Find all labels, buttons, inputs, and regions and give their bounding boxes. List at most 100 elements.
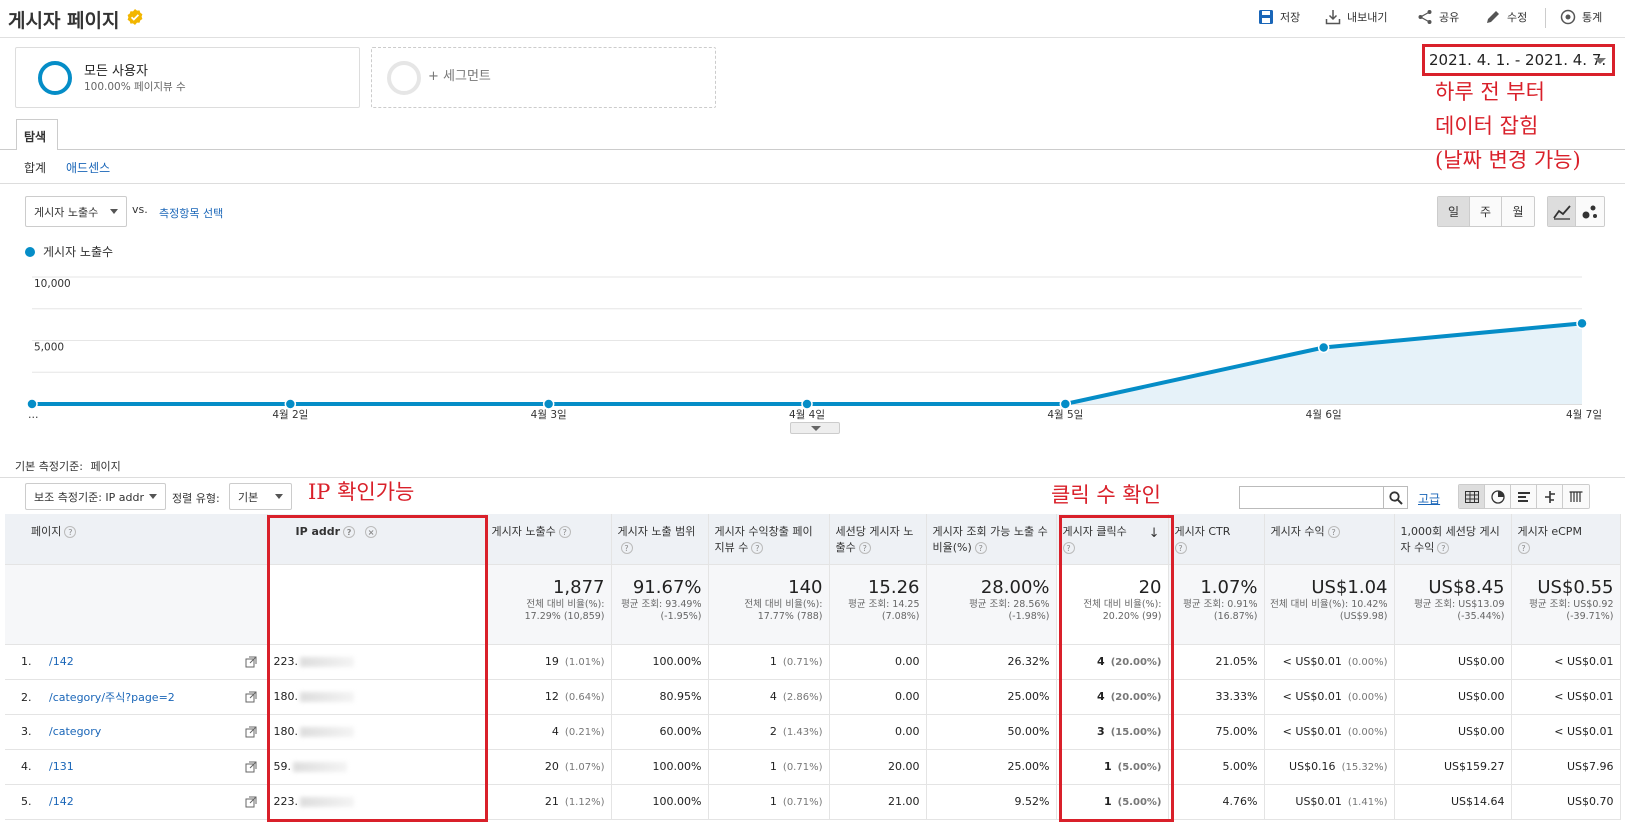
table-row: 5./142 223. 21 (1.12%) 100.00% 1 (0.71%) 21.00 9… [5,784,1621,820]
insights-button[interactable]: 통계 [1560,9,1602,25]
total-cell: US$8.45 평균 조회: US$13.09 (-35.44%) [1394,564,1512,645]
top-bar: 게시자 페이지 저장 내보내기 공유 수정 통계 [0,0,1625,38]
segment-ring-icon [38,61,72,95]
help-icon[interactable]: ? [974,542,987,554]
table-view-data-button[interactable] [1459,485,1485,508]
page-link[interactable]: /category/주식?page=2 [49,691,175,704]
help-icon[interactable]: ? [620,542,633,554]
period-day-button[interactable]: 일 [1438,197,1470,226]
col-header-impressions[interactable]: 게시자 노출수? [485,514,612,565]
comparison-icon [1544,490,1555,503]
row-number: 5. [21,795,32,808]
help-icon[interactable]: ? [858,542,871,554]
subnav-adsense[interactable]: 애드센스 [66,159,110,176]
export-button[interactable]: 내보내기 [1325,9,1387,25]
impressions-cell: 4 (0.21%) [485,714,612,750]
ctr-cell: 33.33% [1168,679,1265,715]
subnav-total[interactable]: 합계 [24,159,46,176]
ecpm-cell: < US$0.01 [1511,644,1621,680]
x-tick-label: 4월 6일 [1306,408,1342,421]
primary-dimension-value[interactable]: 페이지 [90,460,120,473]
total-cell: 28.00% 평균 조회: 28.56% (-1.98%) [926,564,1057,645]
value: < US$0.01 [1282,655,1342,668]
page-cell: 2. /category/주식?page=2 [5,679,268,715]
metric-dropdown-label: 게시자 노출수 [34,205,99,219]
value: 1 [769,760,777,773]
open-page-icon[interactable] [245,761,257,773]
coverage-cell: 100.00% [611,784,709,820]
col-header-monetized-pageviews[interactable]: 게시자 수익창출 페이지뷰 수? [708,514,830,565]
sort-type-dropdown[interactable]: 기본 [229,483,292,510]
line-chart: 10,000 5,000 … 4월 2일 4월 3일 4월 4일 4월 5일 4월 6일 4월 … [20,262,1620,432]
col-header-impressions-per-session[interactable]: 세션당 게시자 노출수? [829,514,927,565]
value: 20 [544,760,559,773]
percent: (0.71%) [782,797,823,808]
ctr-cell: 75.00% [1168,714,1265,750]
secondary-dimension-dropdown[interactable]: 보조 측정기준: IP addr [25,483,166,510]
open-page-icon[interactable] [245,691,257,703]
percent: (1.01%) [564,657,605,668]
segment-all-users[interactable]: 모든 사용자 100.00% 페이지뷰 수 [15,47,360,108]
page-link[interactable]: /142 [49,655,74,668]
chevron-down-icon [811,426,821,431]
motion-chart-button[interactable] [1576,197,1604,226]
table-search-button[interactable] [1383,486,1408,509]
help-icon[interactable]: ? [64,526,77,538]
help-icon[interactable]: ? [751,542,764,554]
ecpm-cell: US$7.96 [1511,749,1621,785]
date-annotation-line: 하루 전 부터 [1435,80,1545,104]
col-header-coverage[interactable]: 게시자 노출 범위? [611,514,709,565]
col-header-ecpm[interactable]: 게시자 eCPM? [1511,514,1621,565]
x-tick-label: 4월 5일 [1047,408,1083,421]
table-view-pivot-button[interactable] [1563,485,1589,508]
viewable-cell: 26.32% [926,644,1057,680]
revenue-cell: < US$0.01 (0.00%) [1264,644,1395,680]
select-metric-link[interactable]: 측정항목 선택 [159,205,223,221]
toolbar-divider [1545,8,1546,28]
share-button[interactable]: 공유 [1417,9,1459,25]
advanced-filter-link[interactable]: 고급 [1418,490,1440,507]
total-value: 1.07% [1200,576,1258,598]
edit-button[interactable]: 수정 [1485,9,1527,25]
line-chart-button[interactable] [1548,197,1576,226]
help-icon[interactable]: ? [558,526,571,538]
col-header-revenue-per-1000[interactable]: 1,000회 세션당 게시자 수익? [1394,514,1512,565]
help-icon[interactable]: ? [1174,542,1187,554]
table-view-comparison-button[interactable] [1537,485,1563,508]
col-header-revenue[interactable]: 게시자 수익? [1264,514,1395,565]
help-icon[interactable]: ? [1437,542,1450,554]
table-search-input[interactable] [1239,486,1383,509]
add-segment-label: + 세그먼트 [428,69,491,84]
page-link[interactable]: /131 [49,760,74,773]
total-cell: US$1.04 전체 대비 비율(%): 10.42% (US$9.98) [1264,564,1395,645]
col-header-viewable-rate[interactable]: 게시자 조회 가능 노출 수 비율(%)? [926,514,1057,565]
save-button[interactable]: 저장 [1258,9,1300,25]
open-page-icon[interactable] [245,796,257,808]
revenue-per-session-cell: US$0.00 [1394,714,1512,750]
chart-collapse-handle[interactable] [790,422,840,434]
report-table: 페이지? IP addr? × 게시자 노출수? 게시자 노출 범위? 게시자 수… [5,514,1621,820]
secondary-dimension-label: 보조 측정기준: IP addr [34,490,145,504]
help-icon[interactable]: ? [1517,542,1530,554]
page-link[interactable]: /category [49,725,101,738]
metric-dropdown[interactable]: 게시자 노출수 [25,196,127,227]
period-month-button[interactable]: 월 [1502,197,1534,226]
col-header-page[interactable]: 페이지? [5,514,268,565]
revenue-cell: < US$0.01 (0.00%) [1264,679,1395,715]
tab-explore[interactable]: 탐색 [16,119,58,150]
open-page-icon[interactable] [245,726,257,738]
page-link[interactable]: /142 [49,795,74,808]
table-view-pie-button[interactable] [1485,485,1511,508]
percent: (0.00%) [1347,692,1388,703]
data-point [1576,317,1588,330]
percent: (15.32%) [1341,762,1388,773]
col-header-ctr[interactable]: 게시자 CTR? [1168,514,1265,565]
period-week-button[interactable]: 주 [1470,197,1502,226]
total-sub: 평균 조회: 93.49% (-1.95%) [621,598,702,622]
value: < US$0.01 [1282,690,1342,703]
table-view-performance-button[interactable] [1511,485,1537,508]
add-segment-card[interactable]: + 세그먼트 [371,47,716,108]
date-range-picker[interactable]: 2021. 4. 1. - 2021. 4. 7. [1422,44,1615,76]
open-page-icon[interactable] [245,656,257,668]
help-icon[interactable]: ? [1327,526,1340,538]
